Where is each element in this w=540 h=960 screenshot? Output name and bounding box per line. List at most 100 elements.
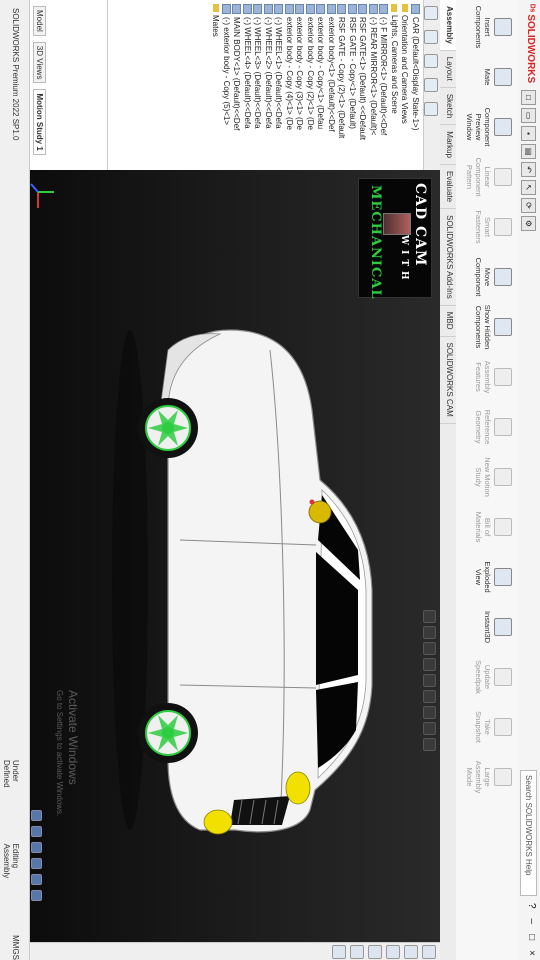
mate-icon — [494, 68, 512, 86]
graphics-area[interactable]: CAD CAM WITH MECHANICAL Activate Windows… — [30, 170, 440, 942]
tab-model[interactable]: Model — [33, 6, 46, 36]
tree-item[interactable]: (-) exterior body - Copy (5)<1> — [221, 4, 231, 166]
version-label: SOLIDWORKS Premium 2022 SP1.0 — [11, 8, 20, 141]
ribbon-button-speedpak[interactable]: Update Speedpak — [474, 654, 512, 700]
ribbon-button-snapshot[interactable]: Take Snapshot — [474, 704, 512, 750]
undo-icon[interactable]: ↶ — [521, 162, 536, 177]
tree-item-label: (-) exterior body - Copy (5)<1> — [222, 17, 231, 126]
ribbon-button-assembly-features[interactable]: Assembly Features — [474, 354, 512, 400]
print-icon[interactable]: ▤ — [521, 144, 536, 159]
iso-view-icon[interactable] — [31, 858, 42, 869]
view-palette-icon[interactable] — [368, 945, 382, 959]
property-manager-tab-icon[interactable] — [424, 30, 438, 44]
tree-item[interactable]: exterior body - Copy<1> (Defau — [315, 4, 326, 166]
tree-item-label: (-) REAR MIRROR<1> (Default)< — [369, 17, 378, 136]
ribbon-button-reference-geometry[interactable]: Reference Geometry — [474, 404, 512, 450]
tree-item[interactable]: Mates — [210, 4, 221, 166]
tree-item[interactable]: CAR (Default<Display State-1>) — [410, 4, 420, 166]
tab-cam[interactable]: SOLIDWORKS CAM — [440, 336, 456, 424]
options-icon[interactable]: ⚙ — [521, 216, 536, 231]
tree-item[interactable]: RSF GATE - Copy<1> (Default) — [347, 4, 357, 166]
tab-assembly[interactable]: Assembly — [440, 0, 456, 51]
ribbon-button-move-component[interactable]: Move Component — [474, 254, 512, 300]
tree-item[interactable]: exterior body - Copy (3)<1> (De — [294, 4, 305, 166]
normal-to-icon[interactable] — [31, 874, 42, 885]
units-selector[interactable]: MMGS — [2, 935, 20, 960]
part-icon — [305, 4, 315, 14]
tree-item[interactable]: exterior body - Copy (4)<1> (De — [284, 4, 294, 166]
activate-windows-watermark: Activate Windows Go to Settings to activ… — [55, 690, 80, 817]
car-model[interactable] — [100, 290, 430, 850]
top-view-icon[interactable] — [31, 826, 42, 837]
ribbon-button-smart-fasteners[interactable]: Smart Fasteners — [474, 204, 512, 250]
close-button[interactable]: × — [526, 950, 537, 956]
tab-mbd[interactable]: MBD — [440, 305, 456, 337]
tab-sketch[interactable]: Sketch — [440, 87, 456, 126]
dimxpert-tab-icon[interactable] — [424, 78, 438, 92]
appearances-icon[interactable] — [350, 945, 364, 959]
tab-addins[interactable]: SOLIDWORKS Add-Ins — [440, 209, 456, 306]
tree-item[interactable]: (-) WHEEL<3> (Default)<<Defa — [252, 4, 263, 166]
tree-item[interactable]: RSF GATE - Copy (2)<1> (Default — [336, 4, 347, 166]
configuration-tab-icon[interactable] — [424, 54, 438, 68]
ribbon-button-show-hidden[interactable]: Show Hidden Components — [474, 304, 512, 350]
open-file-icon[interactable]: ▭ — [521, 108, 536, 123]
right-view-icon[interactable] — [31, 842, 42, 853]
design-library-icon[interactable] — [404, 945, 418, 959]
tab-3d-views[interactable]: 3D Views — [33, 41, 46, 84]
ribbon-button-insert-components[interactable]: Insert Components — [474, 4, 512, 50]
ribbon-button-component-preview[interactable]: Component Preview Window — [465, 104, 512, 150]
maximize-button[interactable]: □ — [526, 934, 537, 940]
tree-item[interactable]: (-) F MIRROR<1> (Default)<<Def — [378, 4, 389, 166]
tree-item[interactable]: (-) WHEEL<4> (Default)<<Defa — [242, 4, 252, 166]
custom-properties-icon[interactable] — [332, 945, 346, 959]
part-icon — [232, 4, 242, 14]
tab-markup[interactable]: Markup — [440, 125, 456, 165]
single-view-icon[interactable] — [31, 890, 42, 901]
part-icon — [221, 4, 231, 14]
save-icon[interactable]: ▪ — [521, 126, 536, 141]
insert-components-icon — [494, 18, 512, 36]
select-icon[interactable]: ↖ — [521, 180, 536, 195]
minimize-button[interactable]: – — [526, 919, 537, 925]
tree-item[interactable]: MAIN BODY<1> (Default)<<Def — [231, 4, 242, 166]
resources-icon[interactable] — [422, 945, 436, 959]
part-icon — [379, 4, 389, 14]
ribbon-button-linear-pattern[interactable]: Linear Component Pattern — [465, 154, 512, 200]
ribbon-button-instant3d[interactable]: Instant3D — [483, 604, 512, 650]
logo-line-1: CAD CAM — [412, 183, 428, 267]
display-manager-tab-icon[interactable] — [424, 102, 438, 116]
tree-item[interactable]: Lights, Cameras and Scene — [389, 4, 399, 166]
tree-item[interactable]: RSF GATE<1> (Default) <<Default — [357, 4, 368, 166]
feature-tree-tab-icon[interactable] — [424, 6, 438, 20]
tree-item[interactable]: (-) WHEEL<2> (Default)<<Defa — [263, 4, 273, 166]
file-explorer-icon[interactable] — [386, 945, 400, 959]
ribbon-button-mate[interactable]: Mate — [483, 54, 512, 100]
help-search-input[interactable]: Search SOLIDWORKS Help — [520, 770, 537, 896]
bill-of-materials-icon — [494, 518, 512, 536]
tab-evaluate[interactable]: Evaluate — [440, 164, 456, 210]
tree-item[interactable]: Orientation and Camera Views — [399, 4, 410, 166]
tree-item-label: (-) WHEEL<3> (Default)<<Defa — [253, 17, 263, 129]
new-file-icon[interactable]: □ — [521, 90, 536, 105]
ribbon-button-bom[interactable]: Bill of Materials — [474, 504, 512, 550]
exploded-view-icon — [494, 568, 512, 586]
ribbon-button-new-motion-study[interactable]: New Motion Study — [474, 454, 512, 500]
rebuild-icon[interactable]: ⟳ — [521, 198, 536, 213]
tree-item-label: exterior body - Copy (4)<1> (De — [285, 17, 294, 130]
tab-motion-study[interactable]: Motion Study 1 — [33, 89, 46, 155]
help-icon[interactable]: ? — [526, 903, 537, 909]
ribbon-button-large-assembly[interactable]: Large Assembly Mode — [465, 754, 512, 800]
tree-item-label: exterior body - Copy<1> (Defau — [316, 17, 326, 130]
part-icon — [368, 4, 378, 14]
wheel-front — [138, 703, 198, 763]
tree-item[interactable]: (-) REAR MIRROR<1> (Default)< — [368, 4, 378, 166]
tree-item-label: MAIN BODY<1> (Default)<<Def — [232, 17, 242, 131]
front-view-icon[interactable] — [31, 810, 42, 821]
part-icon — [242, 4, 252, 14]
tree-item[interactable]: exterior body<1> (Default)<<Def — [326, 4, 336, 166]
tree-item[interactable]: (-) WHEEL<1> (Default)<<Defa — [273, 4, 284, 166]
ribbon-button-exploded-view[interactable]: Exploded View — [474, 554, 512, 600]
tree-item[interactable]: exterior body - Copy (2)<1> (De — [305, 4, 315, 166]
tab-layout[interactable]: Layout — [440, 50, 456, 88]
